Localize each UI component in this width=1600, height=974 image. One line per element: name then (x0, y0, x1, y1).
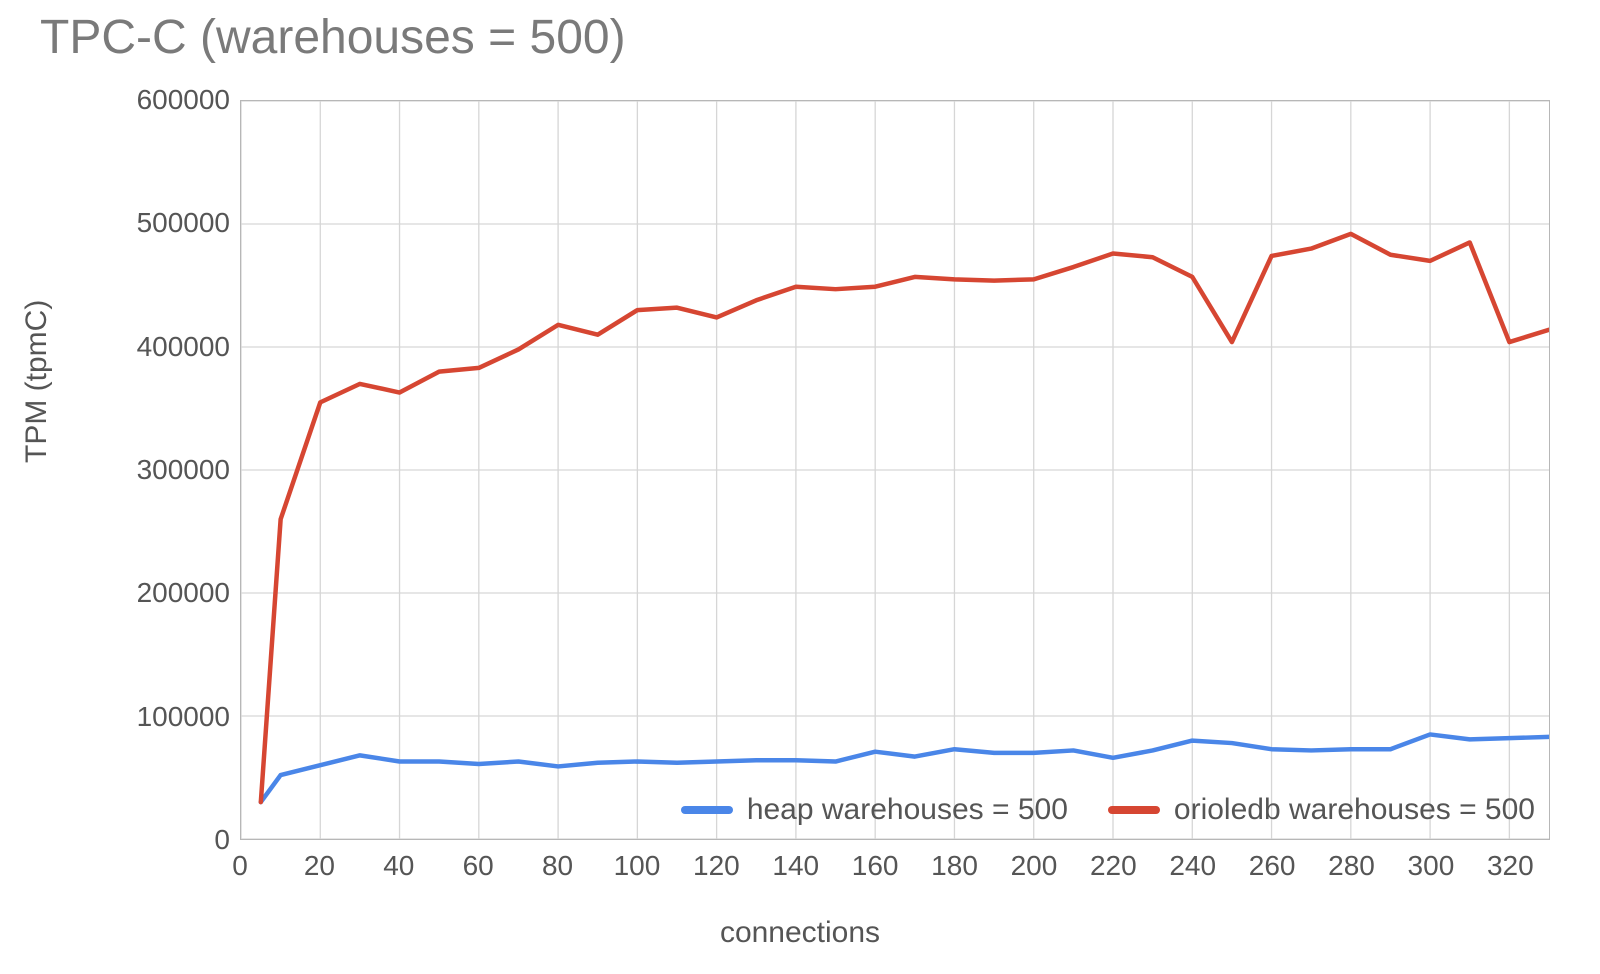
x-tick-label: 220 (1090, 850, 1137, 882)
x-tick-label: 80 (542, 850, 573, 882)
legend-swatch (681, 806, 733, 814)
legend-label: orioledb warehouses = 500 (1174, 793, 1535, 827)
series-line (261, 234, 1549, 802)
y-tick-label: 100000 (137, 701, 230, 733)
plot-svg (241, 101, 1549, 839)
x-tick-label: 0 (232, 850, 248, 882)
x-tick-label: 320 (1487, 850, 1534, 882)
plot-area: heap warehouses = 500 orioledb warehouses… (240, 100, 1550, 840)
y-tick-label: 0 (214, 824, 230, 856)
x-tick-label: 180 (931, 850, 978, 882)
x-tick-label: 260 (1249, 850, 1296, 882)
x-tick-label: 40 (383, 850, 414, 882)
x-tick-label: 100 (614, 850, 661, 882)
y-tick-label: 400000 (137, 331, 230, 363)
y-tick-label: 500000 (137, 207, 230, 239)
legend-item: heap warehouses = 500 (681, 793, 1068, 827)
x-tick-label: 140 (772, 850, 819, 882)
y-tick-label: 300000 (137, 454, 230, 486)
x-tick-label: 280 (1328, 850, 1375, 882)
legend-item: orioledb warehouses = 500 (1108, 793, 1535, 827)
chart-title: TPC-C (warehouses = 500) (40, 10, 626, 65)
legend-swatch (1108, 806, 1160, 814)
series-group (261, 234, 1549, 802)
chart-container: TPC-C (warehouses = 500) TPM (tpmC) conn… (0, 0, 1600, 974)
x-tick-label: 200 (1011, 850, 1058, 882)
series-line (261, 734, 1549, 802)
y-tick-label: 600000 (137, 84, 230, 116)
x-tick-label: 120 (693, 850, 740, 882)
legend-label: heap warehouses = 500 (747, 793, 1068, 827)
x-tick-label: 160 (852, 850, 899, 882)
x-tick-label: 60 (463, 850, 494, 882)
x-axis-label: connections (0, 916, 1600, 950)
legend: heap warehouses = 500 orioledb warehouses… (681, 793, 1535, 827)
x-tick-label: 300 (1408, 850, 1455, 882)
grid-lines (241, 101, 1549, 839)
x-tick-label: 20 (304, 850, 335, 882)
y-tick-label: 200000 (137, 577, 230, 609)
x-tick-label: 240 (1169, 850, 1216, 882)
y-axis-label: TPM (tpmC) (20, 300, 54, 463)
